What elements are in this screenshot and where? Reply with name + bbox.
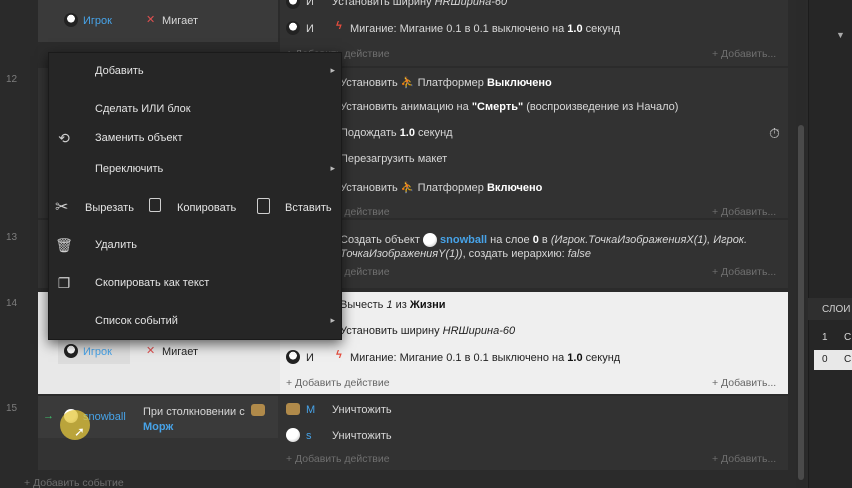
layers-title: СЛОИ	[822, 304, 851, 315]
trigger-arrow-icon: →	[43, 410, 54, 422]
snowball-icon	[286, 428, 300, 442]
condition-object[interactable]: Игрок	[83, 15, 112, 27]
event-actions[interactable]	[280, 68, 788, 218]
context-menu: Добавить ▸ Сделать ИЛИ блок ⟲ Заменить о…	[48, 52, 342, 340]
action-row[interactable]: Установить ⛹ Платформер Включено	[340, 181, 542, 194]
penguin-icon	[286, 350, 300, 364]
penguin-icon	[64, 13, 78, 27]
add-event-button[interactable]: + Добавить событие	[24, 477, 124, 488]
action-row[interactable]: Уничтожить	[332, 404, 392, 416]
menu-item-label: Сделать ИЛИ блок	[95, 103, 191, 115]
action-row[interactable]: Установить ширину HRШирина-60	[340, 325, 515, 337]
layers-cell: С	[844, 354, 852, 365]
layers-col: 1	[822, 332, 828, 343]
action-row-cont: ТочкаИзображенияY(1)), создать иерархию:…	[340, 248, 591, 260]
condition-text[interactable]: Мигает	[162, 15, 198, 27]
action-object: И	[306, 0, 314, 8]
row-number: 12	[6, 74, 18, 85]
menu-item-toggle[interactable]: Переключить ▸	[49, 159, 343, 181]
action-row[interactable]: Подождать 1.0 секунд	[340, 127, 453, 139]
layers-col: С	[844, 332, 852, 343]
scrollbar-thumb[interactable]	[798, 125, 804, 480]
penguin-icon	[286, 21, 300, 35]
menu-item-label: Заменить объект	[95, 132, 183, 144]
action-row[interactable]: Перезагрузить макет	[340, 153, 447, 165]
row-number: 13	[6, 232, 18, 243]
paste-label: Вставить	[285, 202, 332, 214]
add-button[interactable]: + Добавить...	[712, 206, 776, 218]
action-object: И	[306, 352, 314, 364]
menu-item-add[interactable]: Добавить ▸	[49, 61, 343, 83]
clipboard-icon	[257, 198, 270, 214]
menu-item-label: Удалить	[95, 239, 137, 251]
menu-item-copy-as-text[interactable]: ❐ Скопировать как текст	[49, 273, 343, 295]
add-button[interactable]: + Добавить...	[712, 453, 776, 465]
action-row[interactable]: Установить ⛹ Платформер Выключено	[340, 76, 552, 89]
action-row[interactable]: Мигание: Мигание 0.1 в 0.1 выключено на …	[350, 352, 620, 364]
replace-icon: ⟲	[58, 130, 70, 146]
chevron-right-icon: ▸	[330, 315, 335, 325]
menu-item-replace-object[interactable]: ⟲ Заменить объект	[49, 128, 343, 150]
penguin-icon	[64, 344, 78, 358]
add-button[interactable]: + Добавить...	[712, 377, 776, 389]
add-button[interactable]: + Добавить...	[712, 48, 776, 60]
cut-button[interactable]: ✂ Вырезать	[53, 197, 143, 219]
x-icon: ✕	[146, 14, 156, 26]
menu-item-label: Скопировать как текст	[95, 277, 210, 289]
action-row[interactable]: Создать объект snowball на слое 0 в (Игр…	[340, 233, 747, 247]
action-row[interactable]: Установить анимацию на "Смерть" (воспрои…	[340, 101, 678, 113]
row-number: 14	[6, 298, 18, 309]
action-row[interactable]: Мигание: Мигание 0.1 в 0.1 выключено на …	[350, 23, 620, 35]
action-object: И	[306, 23, 314, 35]
chevron-right-icon: ▸	[330, 65, 335, 75]
chevron-down-icon[interactable]: ▼	[836, 30, 845, 40]
condition-text[interactable]: При столкновении с	[143, 406, 245, 418]
copy-icon	[149, 198, 161, 212]
copy-label: Копировать	[177, 202, 237, 214]
trash-icon: 🗑	[55, 237, 73, 253]
cursor-icon: ➚	[74, 424, 85, 439]
add-action-button[interactable]: + Добавить действие	[286, 377, 390, 389]
menu-item-make-or-block[interactable]: Сделать ИЛИ блок	[49, 99, 343, 121]
menu-item-label: Переключить	[95, 163, 164, 175]
condition-object[interactable]: Игрок	[83, 346, 112, 358]
timer-icon: ⏱	[769, 125, 780, 141]
layers-cell: 0	[822, 354, 828, 365]
action-object: М	[306, 404, 316, 416]
action-object: s	[306, 430, 312, 442]
condition-text[interactable]: Мигает	[162, 346, 198, 358]
cut-label: Вырезать	[85, 202, 134, 214]
snowball-icon	[422, 233, 437, 247]
right-panel	[808, 0, 852, 488]
row-number: 15	[6, 403, 18, 414]
chevron-right-icon: ▸	[330, 163, 335, 173]
menu-item-label: Список событий	[95, 315, 178, 327]
condition-target[interactable]: Морж	[143, 421, 173, 433]
copy-button[interactable]: Копировать	[147, 197, 247, 219]
action-row[interactable]: Уничтожить	[332, 430, 392, 442]
flash-icon: ϟ	[336, 20, 342, 32]
action-row[interactable]: Вычесть 1 из Жизни	[340, 299, 445, 311]
menu-item-delete[interactable]: 🗑 Удалить	[49, 235, 343, 257]
menu-item-event-list[interactable]: Список событий ▸	[49, 311, 343, 333]
action-row[interactable]: Установить ширину HRШирина-60	[332, 0, 507, 8]
x-icon: ✕	[146, 345, 156, 357]
walrus-icon	[286, 403, 300, 415]
flash-icon: ϟ	[336, 349, 342, 361]
add-button[interactable]: + Добавить...	[712, 266, 776, 278]
add-action-button[interactable]: + Добавить действие	[286, 453, 390, 465]
walrus-icon	[251, 404, 265, 416]
paste-button[interactable]: Вставить	[255, 197, 343, 219]
menu-item-label: Добавить	[95, 65, 144, 77]
scissors-icon: ✂	[55, 199, 69, 216]
copy-icon: ❐	[57, 275, 71, 291]
